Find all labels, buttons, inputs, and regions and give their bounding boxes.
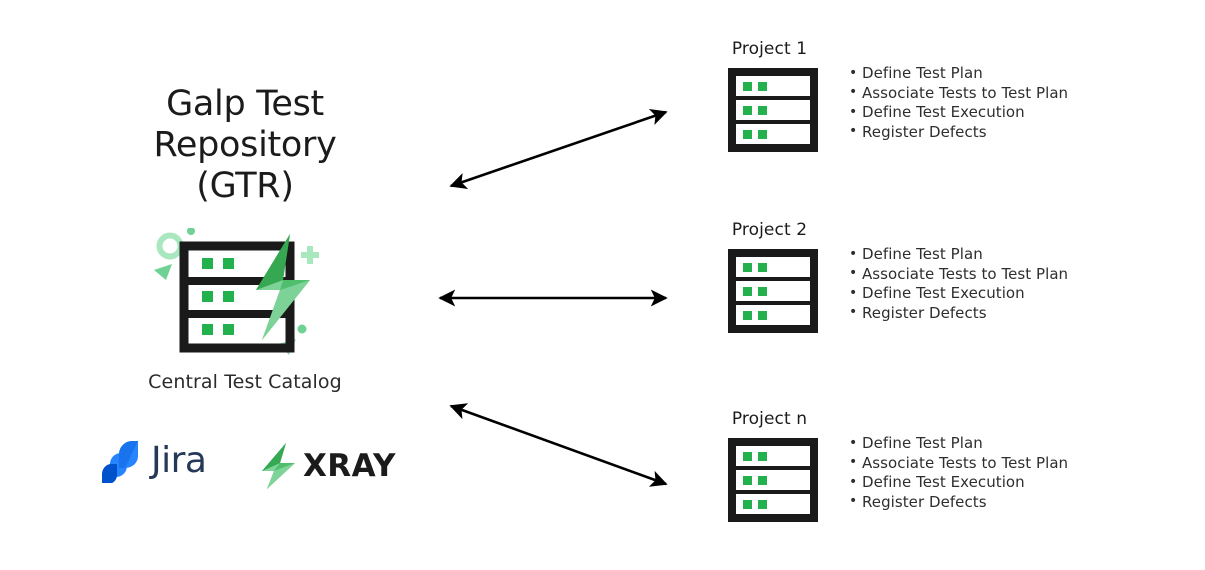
list-item: Define Test Execution: [849, 284, 1068, 304]
xray-wordmark: XRAY: [303, 447, 396, 484]
project-task-list: Define Test Plan Associate Tests to Test…: [849, 434, 1068, 512]
repository-title-line-1: Galp Test: [166, 84, 324, 124]
list-item: Register Defects: [849, 303, 1068, 324]
repository-title: Galp Test Repository (GTR): [40, 84, 450, 207]
project-block-n: Project n Define Test Plan Associate Tes…: [702, 408, 1152, 558]
list-item: Associate Tests to Test Plan: [849, 83, 1068, 104]
project-server-icon: [726, 247, 820, 339]
project-block-2: Project 2 Define Test Plan Associate Tes…: [702, 219, 1152, 369]
central-catalog-label: Central Test Catalog: [148, 371, 342, 393]
list-item: Register Defects: [849, 122, 1068, 143]
project-block-1: Project 1 Define Test Plan Associate Tes…: [702, 38, 1152, 188]
project-server-icon: [726, 66, 820, 158]
list-item: Define Test Plan: [849, 245, 1068, 265]
jira-logo: Jira: [100, 439, 207, 483]
list-item: Associate Tests to Test Plan: [849, 264, 1068, 285]
project-server-icon: [726, 436, 820, 528]
list-item: Define Test Plan: [849, 64, 1068, 84]
list-item: Define Test Plan: [849, 434, 1068, 454]
xray-logo: XRAY: [258, 442, 396, 490]
central-test-catalog-icon: [150, 228, 340, 358]
project-task-list: Define Test Plan Associate Tests to Test…: [849, 64, 1068, 142]
project-title: Project n: [731, 409, 808, 429]
connector-gtr-to-project-n: [449, 403, 668, 487]
list-item: Register Defects: [849, 492, 1068, 513]
list-item: Define Test Execution: [849, 473, 1068, 493]
project-task-list: Define Test Plan Associate Tests to Test…: [849, 245, 1068, 323]
repository-title-line-3: (GTR): [196, 166, 294, 206]
diagram-canvas: Galp Test Repository (GTR) Central Test …: [0, 0, 1205, 570]
tool-logos: Jira XRAY: [92, 437, 422, 493]
server-indicator-lights: [202, 258, 234, 335]
jira-wordmark: Jira: [151, 440, 207, 481]
xray-bolt-icon: [262, 443, 295, 489]
list-item: Associate Tests to Test Plan: [849, 453, 1068, 474]
jira-mark-icon: [102, 441, 138, 483]
project-title: Project 1: [731, 39, 808, 59]
project-title: Project 2: [731, 220, 808, 240]
connector-gtr-to-project-1: [449, 108, 668, 190]
repository-title-line-2: Repository: [153, 125, 337, 165]
list-item: Define Test Execution: [849, 103, 1068, 123]
